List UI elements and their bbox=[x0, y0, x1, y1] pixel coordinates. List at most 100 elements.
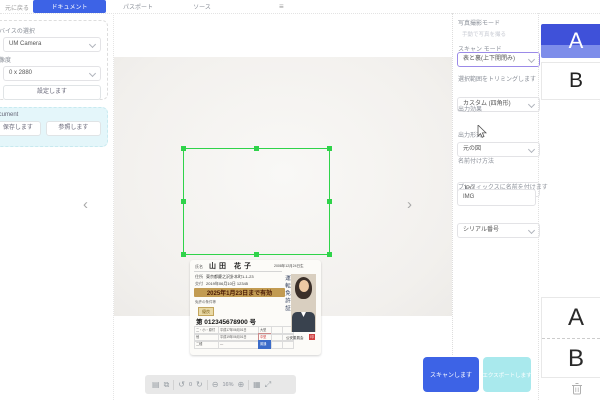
rotation-value: 0 bbox=[189, 382, 192, 388]
tab-source[interactable]: ソース bbox=[184, 0, 220, 13]
chevron-down-icon bbox=[528, 56, 535, 63]
license-address: 東京都慶之沢針本町1-1-23 bbox=[206, 274, 254, 280]
resolution-select-value: 0 x 2880 bbox=[9, 70, 32, 76]
combined-preview-tile[interactable]: A B bbox=[541, 297, 600, 378]
tab-source-label: ソース bbox=[193, 2, 211, 11]
license-gold-badge: 優良 bbox=[198, 307, 214, 316]
thumbnail-strip-divider bbox=[538, 13, 539, 400]
license-vertical-title: 運転免許証 bbox=[283, 275, 291, 335]
export-button-label: エクスポートします bbox=[482, 371, 531, 379]
scan-button[interactable]: スキャンします bbox=[423, 357, 479, 392]
output-effect-label: 出力効果 bbox=[458, 104, 482, 113]
device-select[interactable]: UM Camera bbox=[3, 37, 101, 52]
portrait-face bbox=[299, 280, 309, 292]
license-expiry-band: 2025年1月23日まで有効 bbox=[194, 288, 285, 297]
license-issue-date: 2019年06月10日 12345 bbox=[206, 281, 248, 287]
menu-icon[interactable]: ≡ bbox=[279, 2, 284, 11]
tab-document-label: ドキュメント bbox=[51, 2, 87, 11]
license-name-label: 氏名 bbox=[195, 264, 203, 270]
rotate-ccw-icon[interactable]: ↺ bbox=[178, 380, 185, 390]
preview-toolbar: ▤ ⧉ ↺ 0 ↻ ⊖ 16% ⊕ ▦ ⤢ bbox=[145, 375, 296, 394]
license-issue-label: 交付 bbox=[195, 281, 203, 287]
resolution-select[interactable]: 0 x 2880 bbox=[3, 66, 101, 81]
license-conditions-label: 免許の条件等 bbox=[195, 300, 216, 305]
license-table-row: 二種 ― 普通 bbox=[195, 340, 294, 349]
export-button[interactable]: エクスポートします bbox=[483, 357, 531, 392]
thumbnail-b-label: B bbox=[569, 69, 583, 93]
grid-icon[interactable]: ▦ bbox=[253, 380, 261, 390]
divider bbox=[248, 380, 249, 390]
output-effect-value: 元の図 bbox=[463, 146, 481, 152]
chevron-down-icon bbox=[528, 146, 535, 153]
top-tab-bar: 元に戻る ドキュメント パスポート ソース ≡ bbox=[0, 0, 600, 14]
device-select-value: UM Camera bbox=[9, 41, 41, 47]
naming-method-value: シリアル番号 bbox=[463, 227, 499, 233]
rotate-cw-icon[interactable]: ↻ bbox=[196, 380, 203, 390]
preview-page-b: B bbox=[542, 339, 600, 378]
crop-selection-box[interactable] bbox=[183, 148, 330, 255]
thumbnail-item-a[interactable]: A bbox=[541, 24, 600, 58]
naming-method-select[interactable]: シリアル番号 bbox=[457, 223, 540, 238]
crop-handle[interactable] bbox=[181, 146, 186, 151]
crop-handle[interactable] bbox=[327, 199, 332, 204]
divider bbox=[207, 380, 208, 390]
license-portrait-photo bbox=[291, 274, 316, 332]
save-destination-group: Document 保存します 参照します bbox=[0, 107, 108, 147]
divider bbox=[173, 380, 174, 390]
scan-mode-select[interactable]: 表と裏(上下開閉み) bbox=[457, 52, 540, 67]
divider bbox=[194, 271, 282, 272]
scan-mode-value: 表と裏(上下開閉み) bbox=[463, 56, 515, 62]
mouse-cursor bbox=[477, 125, 487, 138]
scanner-app-window: 元に戻る ドキュメント パスポート ソース ≡ デバイスの選択 UM Camer… bbox=[0, 0, 600, 400]
save-button[interactable]: 保存します bbox=[0, 121, 41, 136]
crop-handle[interactable] bbox=[327, 146, 332, 151]
settings-panel: 写真撮影モード 手動で写真を撮る スキャン モード 表と裏(上下開閉み) 選択範… bbox=[456, 13, 536, 400]
zoom-in-icon[interactable]: ⊕ bbox=[237, 380, 244, 390]
crop-handle[interactable] bbox=[254, 252, 259, 257]
left-sidebar: デバイスの選択 UM Camera 解像度 0 x 2880 設定します Doc… bbox=[0, 13, 114, 400]
resolution-label: 解像度 bbox=[0, 55, 101, 64]
device-select-label: デバイスの選択 bbox=[0, 26, 101, 35]
naming-method-label: 名前付け方法 bbox=[458, 156, 494, 165]
crop-handle[interactable] bbox=[327, 252, 332, 257]
device-settings-group: デバイスの選択 UM Camera 解像度 0 x 2880 設定します bbox=[0, 20, 108, 100]
crop-handle[interactable] bbox=[254, 146, 259, 151]
tab-document[interactable]: ドキュメント bbox=[33, 0, 106, 13]
folder-title: Document bbox=[0, 112, 101, 118]
manual-photo-link[interactable]: 手動で写真を撮る bbox=[462, 30, 506, 38]
crop-handle[interactable] bbox=[181, 252, 186, 257]
preview-page-a: A bbox=[542, 298, 600, 339]
settings-panel-divider bbox=[452, 13, 453, 355]
copy-icon[interactable]: ⧉ bbox=[164, 380, 170, 390]
stamp-char: 印 bbox=[310, 335, 314, 340]
license-badge-text: 優良 bbox=[202, 309, 210, 315]
prev-page-arrow[interactable]: ‹ bbox=[83, 196, 88, 213]
thumbnail-item-b[interactable]: B bbox=[541, 62, 600, 100]
prefix-input[interactable] bbox=[457, 189, 536, 206]
preview-b-label: B bbox=[568, 345, 584, 373]
crop-handle[interactable] bbox=[181, 199, 186, 204]
chevron-down-icon bbox=[89, 70, 96, 77]
fit-screen-icon[interactable]: ⤢ bbox=[265, 380, 271, 390]
next-page-arrow[interactable]: › bbox=[407, 196, 412, 213]
trash-icon[interactable] bbox=[571, 382, 583, 395]
preview-a-label: A bbox=[568, 304, 584, 332]
screenshot-icon[interactable]: ▤ bbox=[152, 380, 160, 390]
drivers-license-card: 氏名 山田 花子 2008年12月24日生 住所 東京都慶之沢針本町1-1-23… bbox=[190, 260, 321, 355]
license-address-label: 住所 bbox=[195, 274, 203, 280]
output-effect-select[interactable]: 元の図 bbox=[457, 142, 540, 157]
trim-label: 選択範囲をトリミングします bbox=[458, 74, 536, 83]
tab-passport[interactable]: パスポート bbox=[116, 0, 160, 13]
chevron-down-icon bbox=[528, 101, 535, 108]
license-birthdate: 2008年12月24日生 bbox=[274, 264, 304, 269]
back-link[interactable]: 元に戻る bbox=[5, 3, 29, 12]
zoom-out-icon[interactable]: ⊖ bbox=[212, 380, 219, 390]
chevron-down-icon bbox=[528, 227, 535, 234]
thumbnail-a-label: A bbox=[569, 28, 584, 54]
browse-button[interactable]: 参照します bbox=[46, 121, 101, 136]
tab-passport-label: パスポート bbox=[123, 2, 153, 11]
apply-settings-button[interactable]: 設定します bbox=[3, 85, 101, 100]
license-red-stamp: 印 bbox=[309, 334, 315, 340]
photo-mode-label: 写真撮影モード bbox=[458, 18, 500, 27]
scan-button-label: スキャンします bbox=[430, 370, 472, 379]
